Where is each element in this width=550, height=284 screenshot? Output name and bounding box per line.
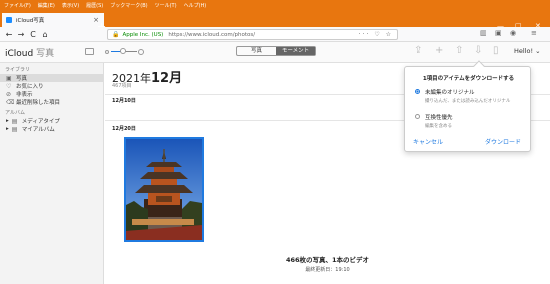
sidebar: ライブラリ ▣ 写真 ♡ お気に入り ⊘ 非表示 ⌫ 最近削除した項目 アルバム… [0, 63, 104, 284]
menu-bookmarks[interactable]: ブックマーク(B) [110, 2, 147, 9]
reader-view-icon[interactable]: ▣ [495, 29, 502, 37]
option-desc-most-compatible: 編集を含める [425, 124, 452, 129]
menu-help[interactable]: ヘルプ(H) [184, 2, 207, 9]
option-label-most-compatible[interactable]: 互換性優先 [425, 113, 453, 121]
sidebar-item-label: マイアルバム [21, 127, 55, 133]
home-icon[interactable]: ⌂ [39, 30, 51, 39]
tab-title: iCloud写真 [16, 18, 45, 24]
lock-icon: 🔒 [112, 31, 120, 38]
folder-icon: ▤ [11, 117, 18, 125]
menu-view[interactable]: 表示(V) [62, 2, 79, 9]
download-icon[interactable]: ⇩ [474, 45, 482, 56]
forward-icon[interactable]: → [15, 30, 27, 39]
sidebar-item-label: 非表示 [16, 92, 33, 98]
sidebar-item-recently-deleted[interactable]: ⌫ 最近削除した項目 [0, 98, 103, 107]
library-icon[interactable]: ▥ [480, 29, 487, 37]
navigation-bar: ← → C ⌂ 🔒 Apple Inc. (US) https://www.ic… [0, 27, 550, 42]
download-popover: 1項目のアイテムをダウンロードする 未編集のオリジナル 撮り込んだ、または読み込… [404, 60, 531, 152]
zoom-out-icon[interactable] [105, 50, 109, 54]
month-label: 12月 [151, 71, 183, 86]
back-icon[interactable]: ← [3, 30, 15, 39]
account-greeting: Hello! [514, 47, 534, 55]
certificate-label: Apple Inc. (US) [122, 31, 164, 38]
sidebar-item-label: メディアタイプ [21, 119, 60, 125]
sidebar-item-favorites[interactable]: ♡ お気に入り [0, 82, 103, 91]
date-header: 12月10日 [112, 98, 136, 104]
cancel-button[interactable]: キャンセル [413, 137, 443, 146]
heart-icon: ♡ [6, 82, 12, 90]
app-header: iCloud 写真 写真 モーメント ⇪ + ⇧ ⇩ ▯ Hello! ⌄ [0, 42, 550, 63]
folder-icon: ▤ [11, 125, 18, 133]
segment-photos[interactable]: 写真 [237, 47, 276, 55]
hamburger-menu-icon[interactable]: ≡ [531, 29, 537, 37]
library-section-header: ライブラリ [5, 67, 31, 73]
reload-icon[interactable]: C [27, 30, 39, 39]
url-text[interactable]: https://www.icloud.com/photos/ [168, 32, 255, 38]
zoom-knob[interactable] [119, 48, 126, 54]
albums-section-header: アルバム [5, 110, 25, 116]
segment-moments[interactable]: モーメント [276, 47, 315, 55]
view-segmented-control: 写真 モーメント [236, 46, 316, 56]
menu-tools[interactable]: ツール(T) [155, 2, 177, 9]
upload-icon[interactable]: ⇪ [414, 45, 422, 56]
share-icon[interactable]: ⇧ [455, 45, 463, 56]
icloud-favicon-icon [6, 17, 12, 23]
url-bar[interactable]: 🔒 Apple Inc. (US) https://www.icloud.com… [107, 29, 398, 40]
zoom-in-icon[interactable] [138, 49, 144, 55]
sidebar-item-label: 写真 [16, 76, 28, 82]
menu-history[interactable]: 履歴(S) [86, 2, 103, 9]
last-updated: 最終更新日：19:10 [305, 267, 350, 273]
pagoda-photo [126, 139, 202, 240]
trash-icon: ⌫ [6, 98, 15, 106]
account-menu[interactable]: Hello! ⌄ [514, 47, 541, 55]
photos-icon: ▣ [6, 74, 12, 82]
trash-icon[interactable]: ▯ [493, 45, 499, 56]
date-header: 12月20日 [112, 126, 136, 132]
menu-file[interactable]: ファイル(F) [4, 2, 31, 9]
radio-most-compatible[interactable] [415, 114, 420, 119]
radio-unedited-original[interactable] [415, 89, 420, 94]
option-label-unedited-original[interactable]: 未編集のオリジナル [425, 88, 475, 96]
sidebar-item-label: 最近削除した項目 [16, 100, 61, 106]
app-brand: iCloud 写真 [5, 46, 54, 59]
sidebar-toggle-icon[interactable] [85, 48, 94, 55]
page-actions-icon[interactable]: ··· ♡ ☆ [359, 31, 393, 38]
popover-title: 1項目のアイテムをダウンロードする [422, 76, 515, 82]
brand-subtitle: 写真 [36, 49, 55, 59]
chevron-down-icon: ⌄ [535, 47, 541, 55]
item-count: 467項目 [112, 83, 132, 89]
menu-edit[interactable]: 編集(E) [38, 2, 55, 9]
add-icon[interactable]: + [435, 45, 443, 56]
zoom-slider[interactable] [105, 47, 144, 57]
download-button[interactable]: ダウンロード [485, 137, 521, 146]
sidebar-item-label: お気に入り [16, 84, 44, 90]
library-summary: 466枚の写真、1本のビデオ [285, 256, 370, 264]
photo-thumbnail-pagoda[interactable] [124, 137, 204, 242]
disclosure-arrow-icon[interactable]: ▸ [6, 118, 9, 124]
sidebar-item-hidden[interactable]: ⊘ 非表示 [0, 90, 103, 99]
account-icon[interactable]: ◉ [510, 29, 516, 37]
hidden-icon: ⊘ [6, 90, 12, 98]
sidebar-item-my-albums[interactable]: ▸ ▤ マイアルバム [0, 125, 103, 134]
tab-bar: iCloud写真 × + — □ ✕ [0, 10, 550, 32]
menubar: ファイル(F) 編集(E) 表示(V) 履歴(S) ブックマーク(B) ツール(… [0, 0, 550, 10]
sidebar-item-photos[interactable]: ▣ 写真 [0, 74, 103, 82]
tab-icloud-photos[interactable]: iCloud写真 × [2, 13, 104, 27]
disclosure-arrow-icon[interactable]: ▸ [6, 126, 9, 132]
sidebar-item-media-types[interactable]: ▸ ▤ メディアタイプ [0, 117, 103, 126]
brand-name: iCloud [5, 49, 34, 59]
option-desc-unedited-original: 撮り込んだ、または読み込んだオリジナル [425, 99, 511, 104]
